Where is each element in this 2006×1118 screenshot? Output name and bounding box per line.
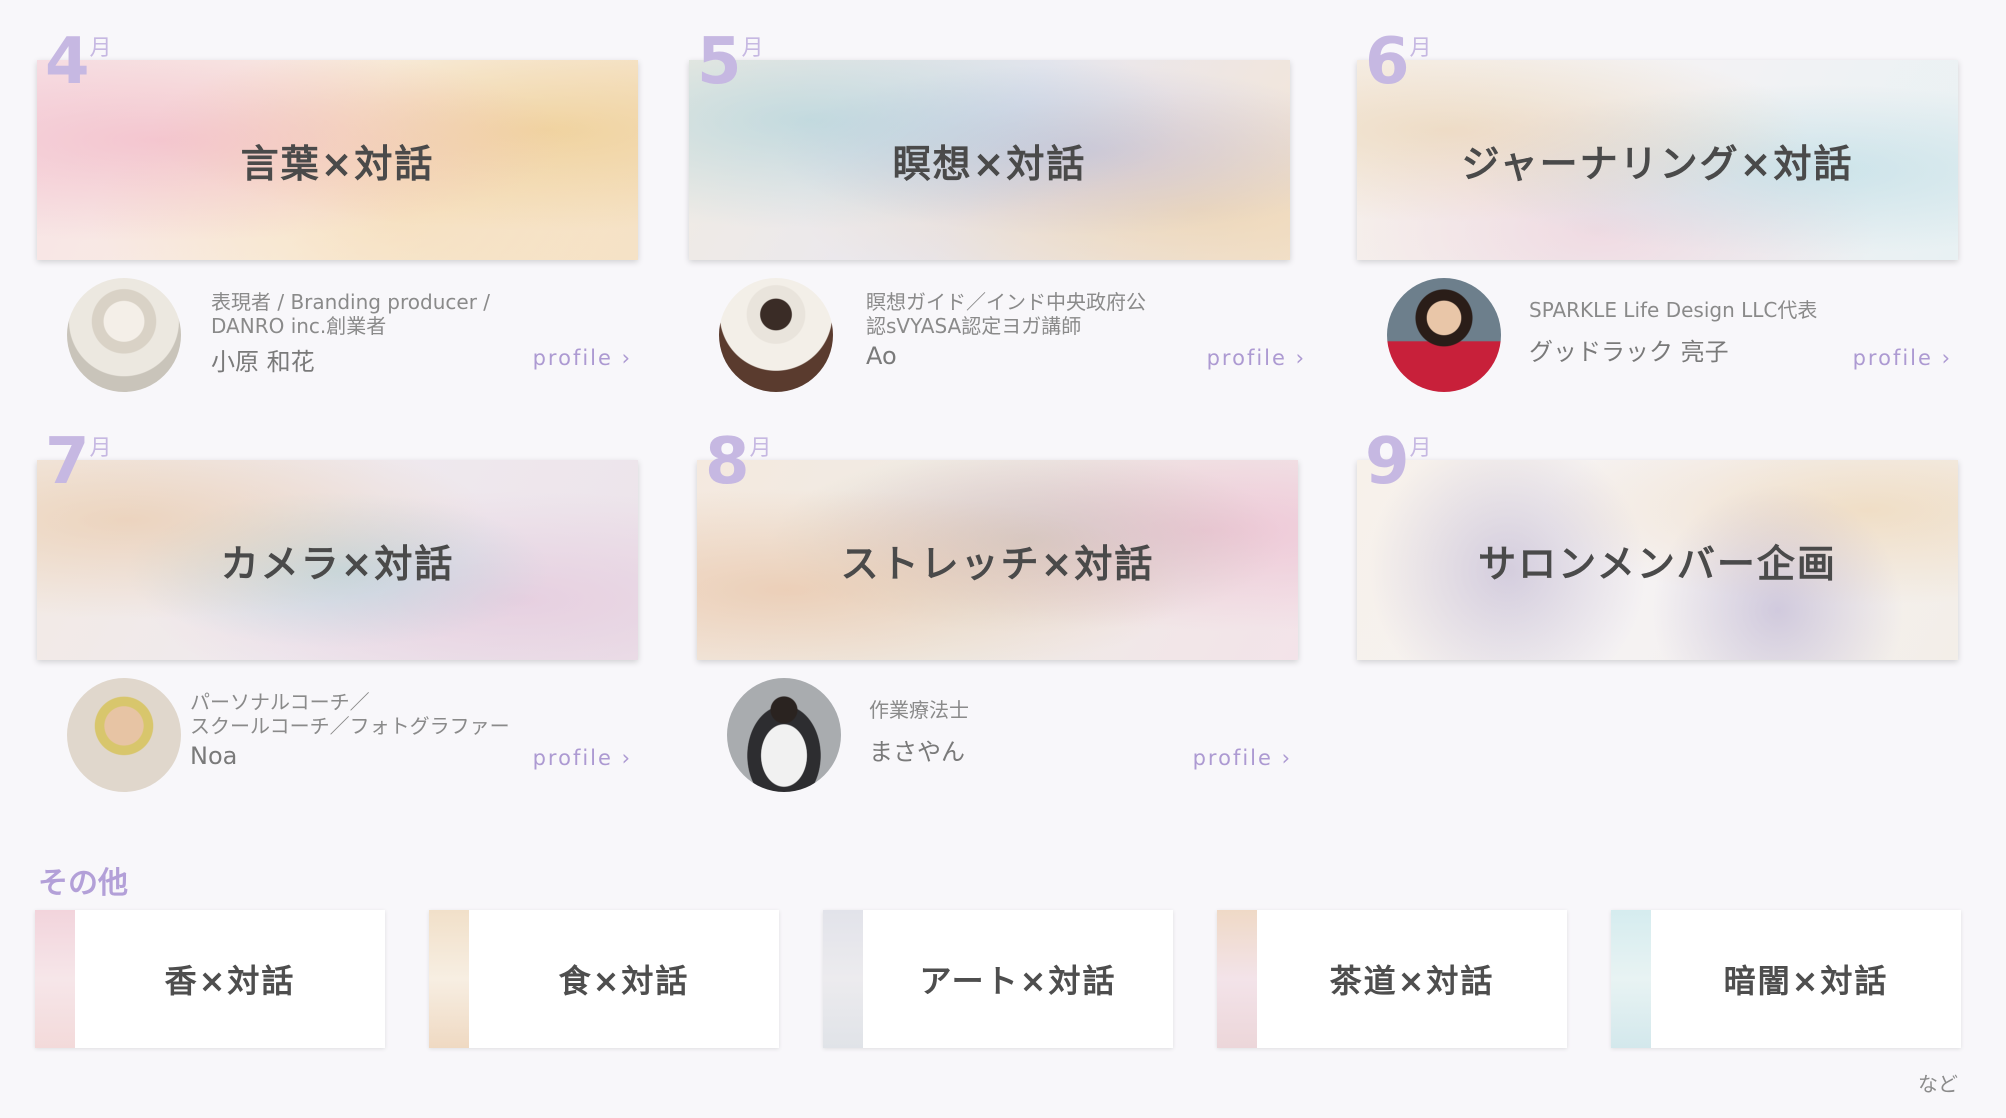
watercolor-strip [1217,910,1257,1048]
speaker-name: 小原 和花 [211,348,315,376]
event-banner[interactable]: ストレッチ×対話 [697,460,1298,660]
speaker-name: Ao [866,342,897,370]
other-item[interactable]: 食×対話 [429,910,779,1048]
watercolor-strip [35,910,75,1048]
month-label: 5月 [697,25,764,99]
profile-link[interactable]: profile › [533,346,632,370]
month-card-may[interactable]: 5月 瞑想×対話 瞑想ガイド／インド中央政府公 認sVYASA認定ヨガ講師 Ao… [689,30,1304,392]
etc-note: など [1918,1072,1958,1096]
speaker-role: 表現者 / Branding producer / DANRO inc.創業者 [211,290,491,338]
speaker-avatar [727,678,841,792]
event-banner[interactable]: 言葉×対話 [37,60,638,260]
month-label: 7月 [45,425,112,499]
profile-link[interactable]: profile › [1207,346,1306,370]
speaker-role: 瞑想ガイド／インド中央政府公 認sVYASA認定ヨガ講師 [866,290,1146,338]
speaker-info: パーソナルコーチ／ スクールコーチ／フォトグラファー Noa profile › [37,668,638,792]
speaker-info: 作業療法士 まさやん profile › [697,668,1298,792]
speaker-name: Noa [190,742,238,770]
speaker-info: SPARKLE Life Design LLC代表 グッドラック 亮子 prof… [1357,268,1958,392]
speaker-role: パーソナルコーチ／ スクールコーチ／フォトグラファー [190,690,510,738]
speaker-name: まさやん [869,738,965,766]
watercolor-strip [823,910,863,1048]
month-card-september[interactable]: 9月 サロンメンバー企画 [1357,430,1958,660]
speaker-info: 表現者 / Branding producer / DANRO inc.創業者 … [37,268,638,392]
event-title: ジャーナリング×対話 [1461,141,1854,186]
month-label: 6月 [1365,25,1432,99]
other-item[interactable]: 香×対話 [35,910,385,1048]
month-label: 8月 [705,425,772,499]
event-banner[interactable]: 瞑想×対話 [689,60,1290,260]
month-card-april[interactable]: 4月 言葉×対話 表現者 / Branding producer / DANRO… [37,30,638,392]
event-title: ストレッチ×対話 [840,541,1155,586]
other-item[interactable]: 茶道×対話 [1217,910,1567,1048]
profile-link[interactable]: profile › [1853,346,1952,370]
other-item-title: 食×対話 [558,962,690,1000]
month-label: 4月 [45,25,112,99]
profile-link[interactable]: profile › [533,746,632,770]
other-item[interactable]: アート×対話 [823,910,1173,1048]
event-banner[interactable]: ジャーナリング×対話 [1357,60,1958,260]
event-banner[interactable]: カメラ×対話 [37,460,638,660]
profile-link[interactable]: profile › [1193,746,1292,770]
other-item-title: 暗闇×対話 [1723,962,1889,1000]
event-title: 瞑想×対話 [892,141,1087,186]
speaker-role: 作業療法士 [869,698,969,722]
watercolor-strip [1611,910,1651,1048]
speaker-avatar [67,678,181,792]
other-item[interactable]: 暗闇×対話 [1611,910,1961,1048]
month-card-june[interactable]: 6月 ジャーナリング×対話 SPARKLE Life Design LLC代表 … [1357,30,1958,392]
month-label: 9月 [1365,425,1432,499]
event-banner[interactable]: サロンメンバー企画 [1357,460,1958,660]
other-item-title: アート×対話 [919,962,1117,1000]
month-card-august[interactable]: 8月 ストレッチ×対話 作業療法士 まさやん profile › [697,430,1298,792]
month-card-july[interactable]: 7月 カメラ×対話 パーソナルコーチ／ スクールコーチ／フォトグラファー Noa… [37,430,638,792]
watercolor-strip [429,910,469,1048]
other-item-title: 茶道×対話 [1329,962,1495,1000]
event-title: カメラ×対話 [220,541,455,586]
speaker-avatar [1387,278,1501,392]
event-title: 言葉×対話 [240,141,435,186]
speaker-avatar [719,278,833,392]
speaker-role: SPARKLE Life Design LLC代表 [1529,298,1818,322]
speaker-info: 瞑想ガイド／インド中央政府公 認sVYASA認定ヨガ講師 Ao profile … [689,268,1304,392]
speaker-avatar [67,278,181,392]
others-heading: その他 [38,866,128,901]
other-item-title: 香×対話 [164,962,296,1000]
speaker-name: グッドラック 亮子 [1529,338,1729,366]
event-title: サロンメンバー企画 [1478,541,1837,586]
